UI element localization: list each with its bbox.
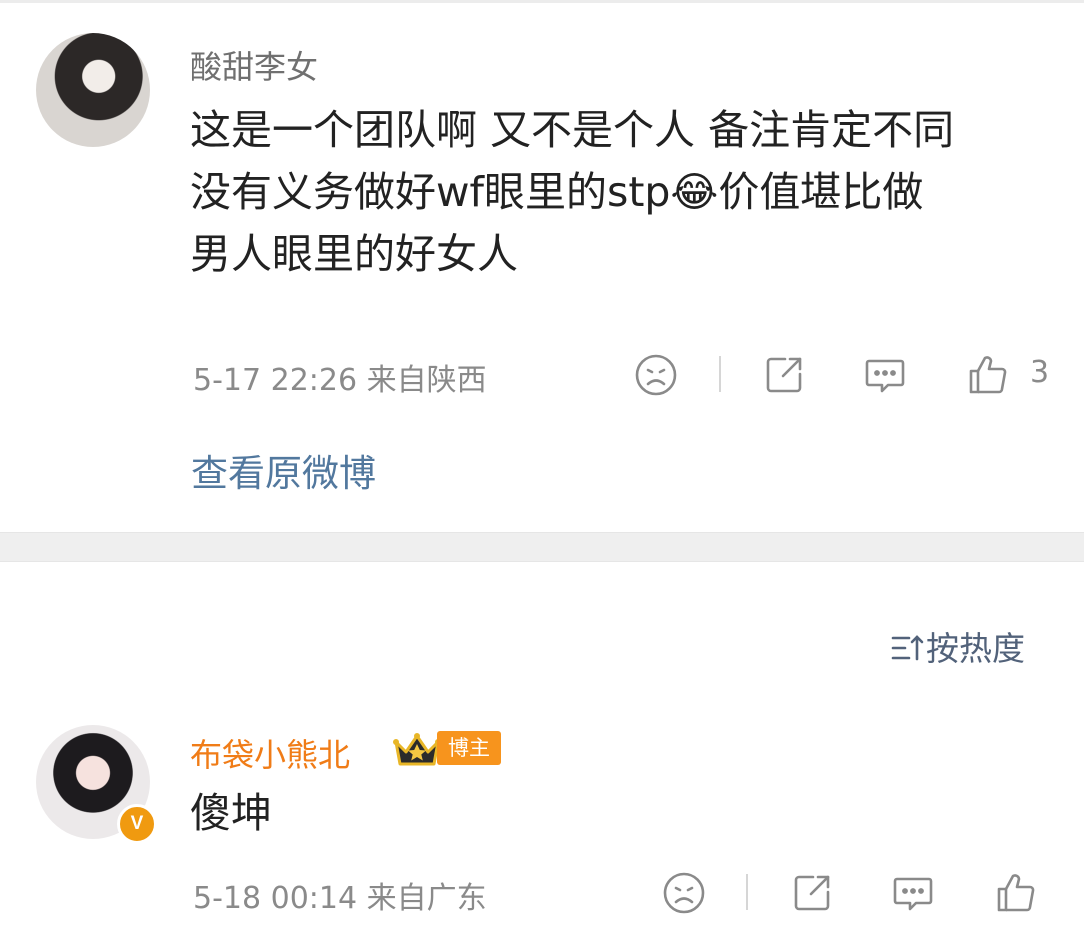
share-icon[interactable] xyxy=(789,870,835,916)
action-separator xyxy=(719,356,721,392)
comment-icon[interactable] xyxy=(890,870,936,916)
share-icon[interactable] xyxy=(761,352,807,398)
section-divider xyxy=(0,532,1084,562)
username[interactable]: 布袋小熊北 xyxy=(190,730,350,776)
sad-face-icon[interactable] xyxy=(633,352,679,398)
thumbs-up-icon[interactable] xyxy=(965,352,1011,398)
action-bar: 3 xyxy=(0,350,1084,400)
thumbs-up-icon[interactable] xyxy=(993,870,1039,916)
action-separator xyxy=(746,874,748,910)
comment-text: 傻坤 xyxy=(190,789,272,837)
like-count: 3 xyxy=(1030,355,1050,390)
username[interactable]: 酸甜李女 xyxy=(190,42,318,88)
sad-face-icon[interactable] xyxy=(661,870,707,916)
comment-item: V 布袋小熊北 博主 傻坤 5-18 00:14 来自广东 xyxy=(0,562,1084,944)
action-bar xyxy=(0,868,1084,918)
comment-item: 酸甜李女 这是一个团队啊 又不是个人 备注肯定不同 没有义务做好wf眼里的stp… xyxy=(0,0,1084,532)
blogger-tag: 博主 xyxy=(437,731,501,765)
crown-icon xyxy=(393,733,441,766)
avatar[interactable] xyxy=(36,33,150,147)
verified-badge: V xyxy=(117,804,157,844)
comment-text: 这是一个团队啊 又不是个人 备注肯定不同 没有义务做好wf眼里的stp😂价值堪比… xyxy=(190,106,955,278)
view-original-link[interactable]: 查看原微博 xyxy=(191,443,376,497)
comment-icon[interactable] xyxy=(862,352,908,398)
